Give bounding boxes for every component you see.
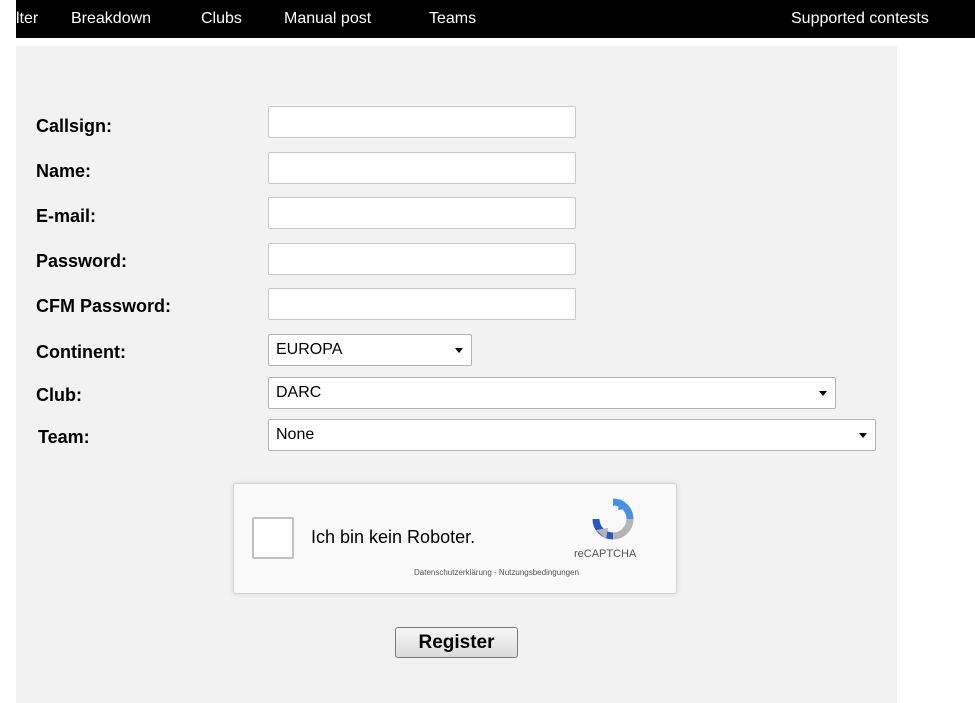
recaptcha-label: Ich bin kein Roboter. xyxy=(311,527,476,547)
chevron-down-icon xyxy=(859,433,867,438)
recaptcha-brand: reCAPTCHA xyxy=(574,548,637,560)
club-select[interactable]: DARC xyxy=(268,377,836,409)
register-button[interactable]: Register xyxy=(395,627,518,658)
cfm-password-label: CFM Password: xyxy=(36,296,172,316)
callsign-input[interactable] xyxy=(268,106,576,138)
recaptcha-legal-links[interactable]: Datenschutzerklärung - Nutzungsbedingung… xyxy=(414,568,579,577)
recaptcha-checkbox[interactable] xyxy=(252,517,294,559)
nav-item-supported-contests[interactable]: Supported contests xyxy=(791,10,929,28)
nav-item-manual-post[interactable]: Manual post xyxy=(284,10,371,28)
continent-selected-value: EUROPA xyxy=(276,341,343,358)
top-navbar: lter Breakdown Clubs Manual post Teams S… xyxy=(16,0,975,38)
email-input[interactable] xyxy=(268,197,576,229)
recaptcha-widget: Ich bin kein Roboter. reCAPTCHA Datensch… xyxy=(233,483,677,594)
registration-form: Callsign: Name: E-mail: Password: CFM Pa… xyxy=(16,46,897,703)
club-label: Club: xyxy=(36,385,82,405)
password-label: Password: xyxy=(36,251,128,271)
cfm-password-input[interactable] xyxy=(268,288,576,320)
nav-item-clubs[interactable]: Clubs xyxy=(201,10,242,28)
recaptcha-logo-icon xyxy=(592,498,634,540)
team-select[interactable]: None xyxy=(268,419,876,451)
callsign-label: Callsign: xyxy=(36,116,113,136)
chevron-down-icon xyxy=(455,348,463,353)
nav-item-breakdown[interactable]: Breakdown xyxy=(71,10,151,28)
nav-item-teams[interactable]: Teams xyxy=(429,10,476,28)
continent-label: Continent: xyxy=(36,342,126,362)
nav-item-filter[interactable]: lter xyxy=(16,10,38,28)
continent-select[interactable]: EUROPA xyxy=(268,334,472,366)
club-selected-value: DARC xyxy=(276,384,322,401)
chevron-down-icon xyxy=(819,391,827,396)
email-label: E-mail: xyxy=(36,206,97,226)
name-label: Name: xyxy=(36,161,92,181)
team-selected-value: None xyxy=(276,426,315,443)
name-input[interactable] xyxy=(268,152,576,184)
password-input[interactable] xyxy=(268,243,576,275)
team-label: Team: xyxy=(38,427,90,447)
